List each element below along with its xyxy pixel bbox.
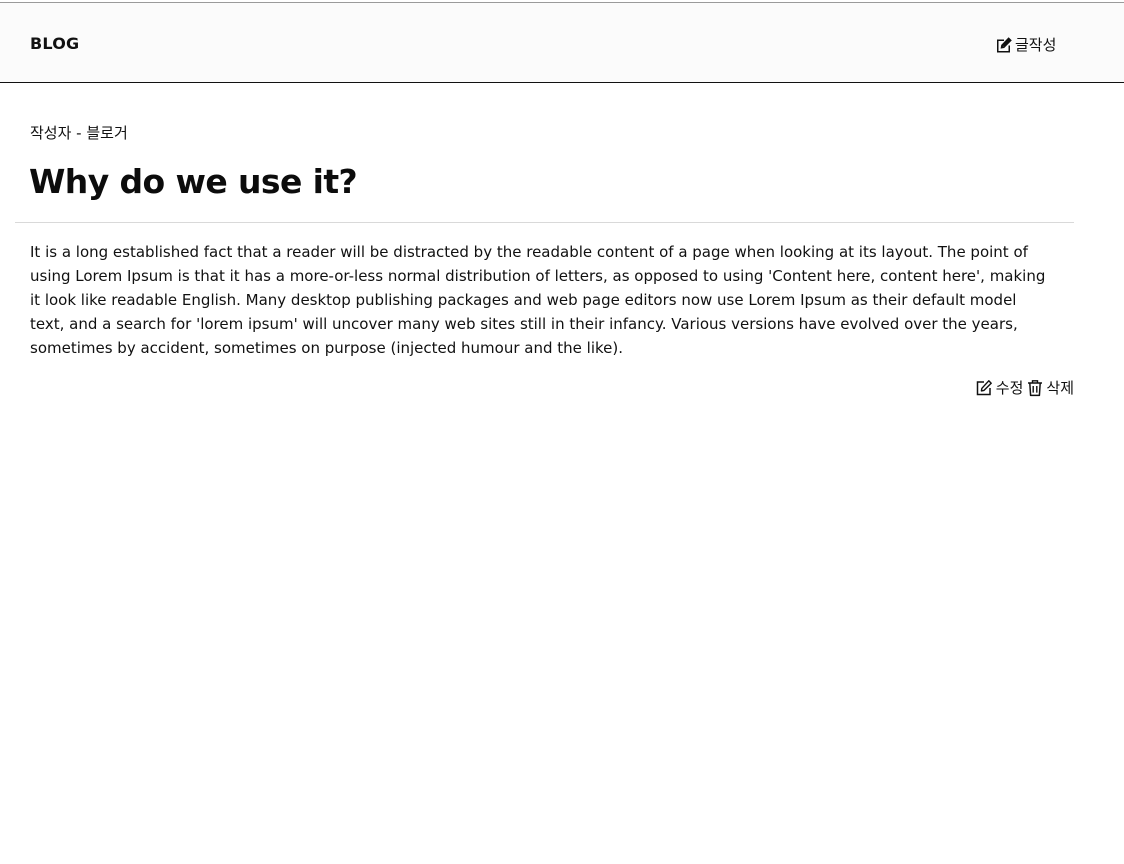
edit-square-icon	[995, 36, 1013, 54]
pencil-square-icon	[975, 379, 993, 397]
edit-post-button[interactable]: 수정	[975, 377, 1024, 398]
delete-post-button[interactable]: 삭제	[1027, 377, 1074, 398]
delete-post-label: 삭제	[1046, 379, 1074, 397]
write-post-label: 글작성	[1015, 36, 1057, 54]
post-body: It is a long established fact that a rea…	[30, 243, 1046, 357]
brand-link[interactable]: BLOG	[30, 34, 79, 53]
write-post-button[interactable]: 글작성	[995, 34, 1056, 55]
post-author: 작성자 - 블로거	[30, 124, 128, 142]
post-actions: 수정 삭제	[975, 377, 1074, 398]
post-title: Why do we use it?	[29, 162, 358, 201]
site-header: BLOG 글작성	[0, 3, 1124, 83]
edit-post-label: 수정	[995, 379, 1024, 397]
title-divider	[15, 222, 1074, 223]
trash-icon	[1027, 379, 1043, 397]
